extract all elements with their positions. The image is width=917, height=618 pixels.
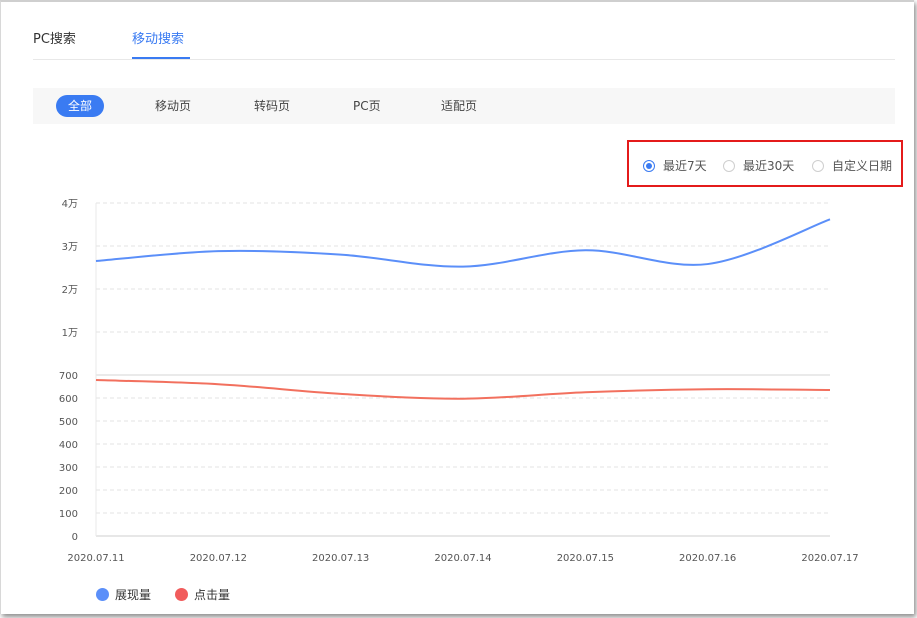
radio-label: 自定义日期 <box>832 159 893 173</box>
y-tick-label: 0 <box>72 532 78 543</box>
legend-swatch <box>175 588 188 601</box>
y-tick-label: 500 <box>59 417 78 428</box>
radio-last-7-days[interactable]: 最近7天 <box>643 157 707 174</box>
y-tick-label: 4万 <box>62 199 78 210</box>
legend-item-clicks[interactable]: 点击量 <box>175 586 230 603</box>
active-tab-indicator <box>132 57 190 59</box>
x-tick-label: 2020.07.14 <box>434 553 491 564</box>
panel: PC搜索 移动搜索 全部 移动页 转码页 PC页 适配页 最近7天 最近30天 … <box>0 0 914 614</box>
legend-swatch <box>96 588 109 601</box>
y-tick-label: 700 <box>59 371 78 382</box>
filter-transcoded-page[interactable]: 转码页 <box>254 95 290 117</box>
radio-last-30-days[interactable]: 最近30天 <box>723 157 794 174</box>
series-line-impressions <box>95 218 831 268</box>
x-tick-label: 2020.07.13 <box>312 553 369 564</box>
radio-unchecked-icon <box>723 160 735 172</box>
y-tick-label: 400 <box>59 440 78 451</box>
y-tick-label: 100 <box>59 509 78 520</box>
x-tick-label: 2020.07.12 <box>190 553 247 564</box>
page-type-filter-bar: 全部 移动页 转码页 PC页 适配页 <box>33 88 895 124</box>
filter-mobile-page[interactable]: 移动页 <box>155 95 191 117</box>
x-tick-label: 2020.07.15 <box>557 553 614 564</box>
y-tick-label: 2万 <box>62 285 78 296</box>
legend-label: 点击量 <box>194 588 231 602</box>
tab-pc-search[interactable]: PC搜索 <box>33 28 76 47</box>
radio-checked-icon <box>643 160 655 172</box>
tab-mobile-search[interactable]: 移动搜索 <box>132 28 184 47</box>
x-tick-label: 2020.07.16 <box>679 553 736 564</box>
date-range-selector: 最近7天 最近30天 自定义日期 <box>627 140 903 187</box>
trend-chart: 4万 3万 2万 1万 700 600 500 400 300 200 100 0 2020.07.11… <box>59 199 859 564</box>
filter-all[interactable]: 全部 <box>56 95 105 117</box>
y-tick-label: 300 <box>59 463 78 474</box>
y-tick-label: 600 <box>59 394 78 405</box>
radio-custom-date[interactable]: 自定义日期 <box>812 157 892 174</box>
radio-label: 最近30天 <box>743 159 795 173</box>
radio-label: 最近7天 <box>663 159 707 173</box>
x-tick-label: 2020.07.17 <box>801 553 858 564</box>
x-tick-label: 2020.07.11 <box>67 553 124 564</box>
radio-unchecked-icon <box>812 160 824 172</box>
y-tick-label: 200 <box>59 486 78 497</box>
filter-adapted-page[interactable]: 适配页 <box>441 95 477 117</box>
y-tick-label: 3万 <box>62 242 78 253</box>
legend-item-impressions[interactable]: 展现量 <box>96 586 151 603</box>
filter-pc-page[interactable]: PC页 <box>353 95 381 117</box>
search-type-tabs: PC搜索 移动搜索 <box>33 22 895 60</box>
series-line-clicks <box>95 379 831 400</box>
legend-label: 展现量 <box>115 588 152 602</box>
y-tick-label: 1万 <box>62 328 78 339</box>
